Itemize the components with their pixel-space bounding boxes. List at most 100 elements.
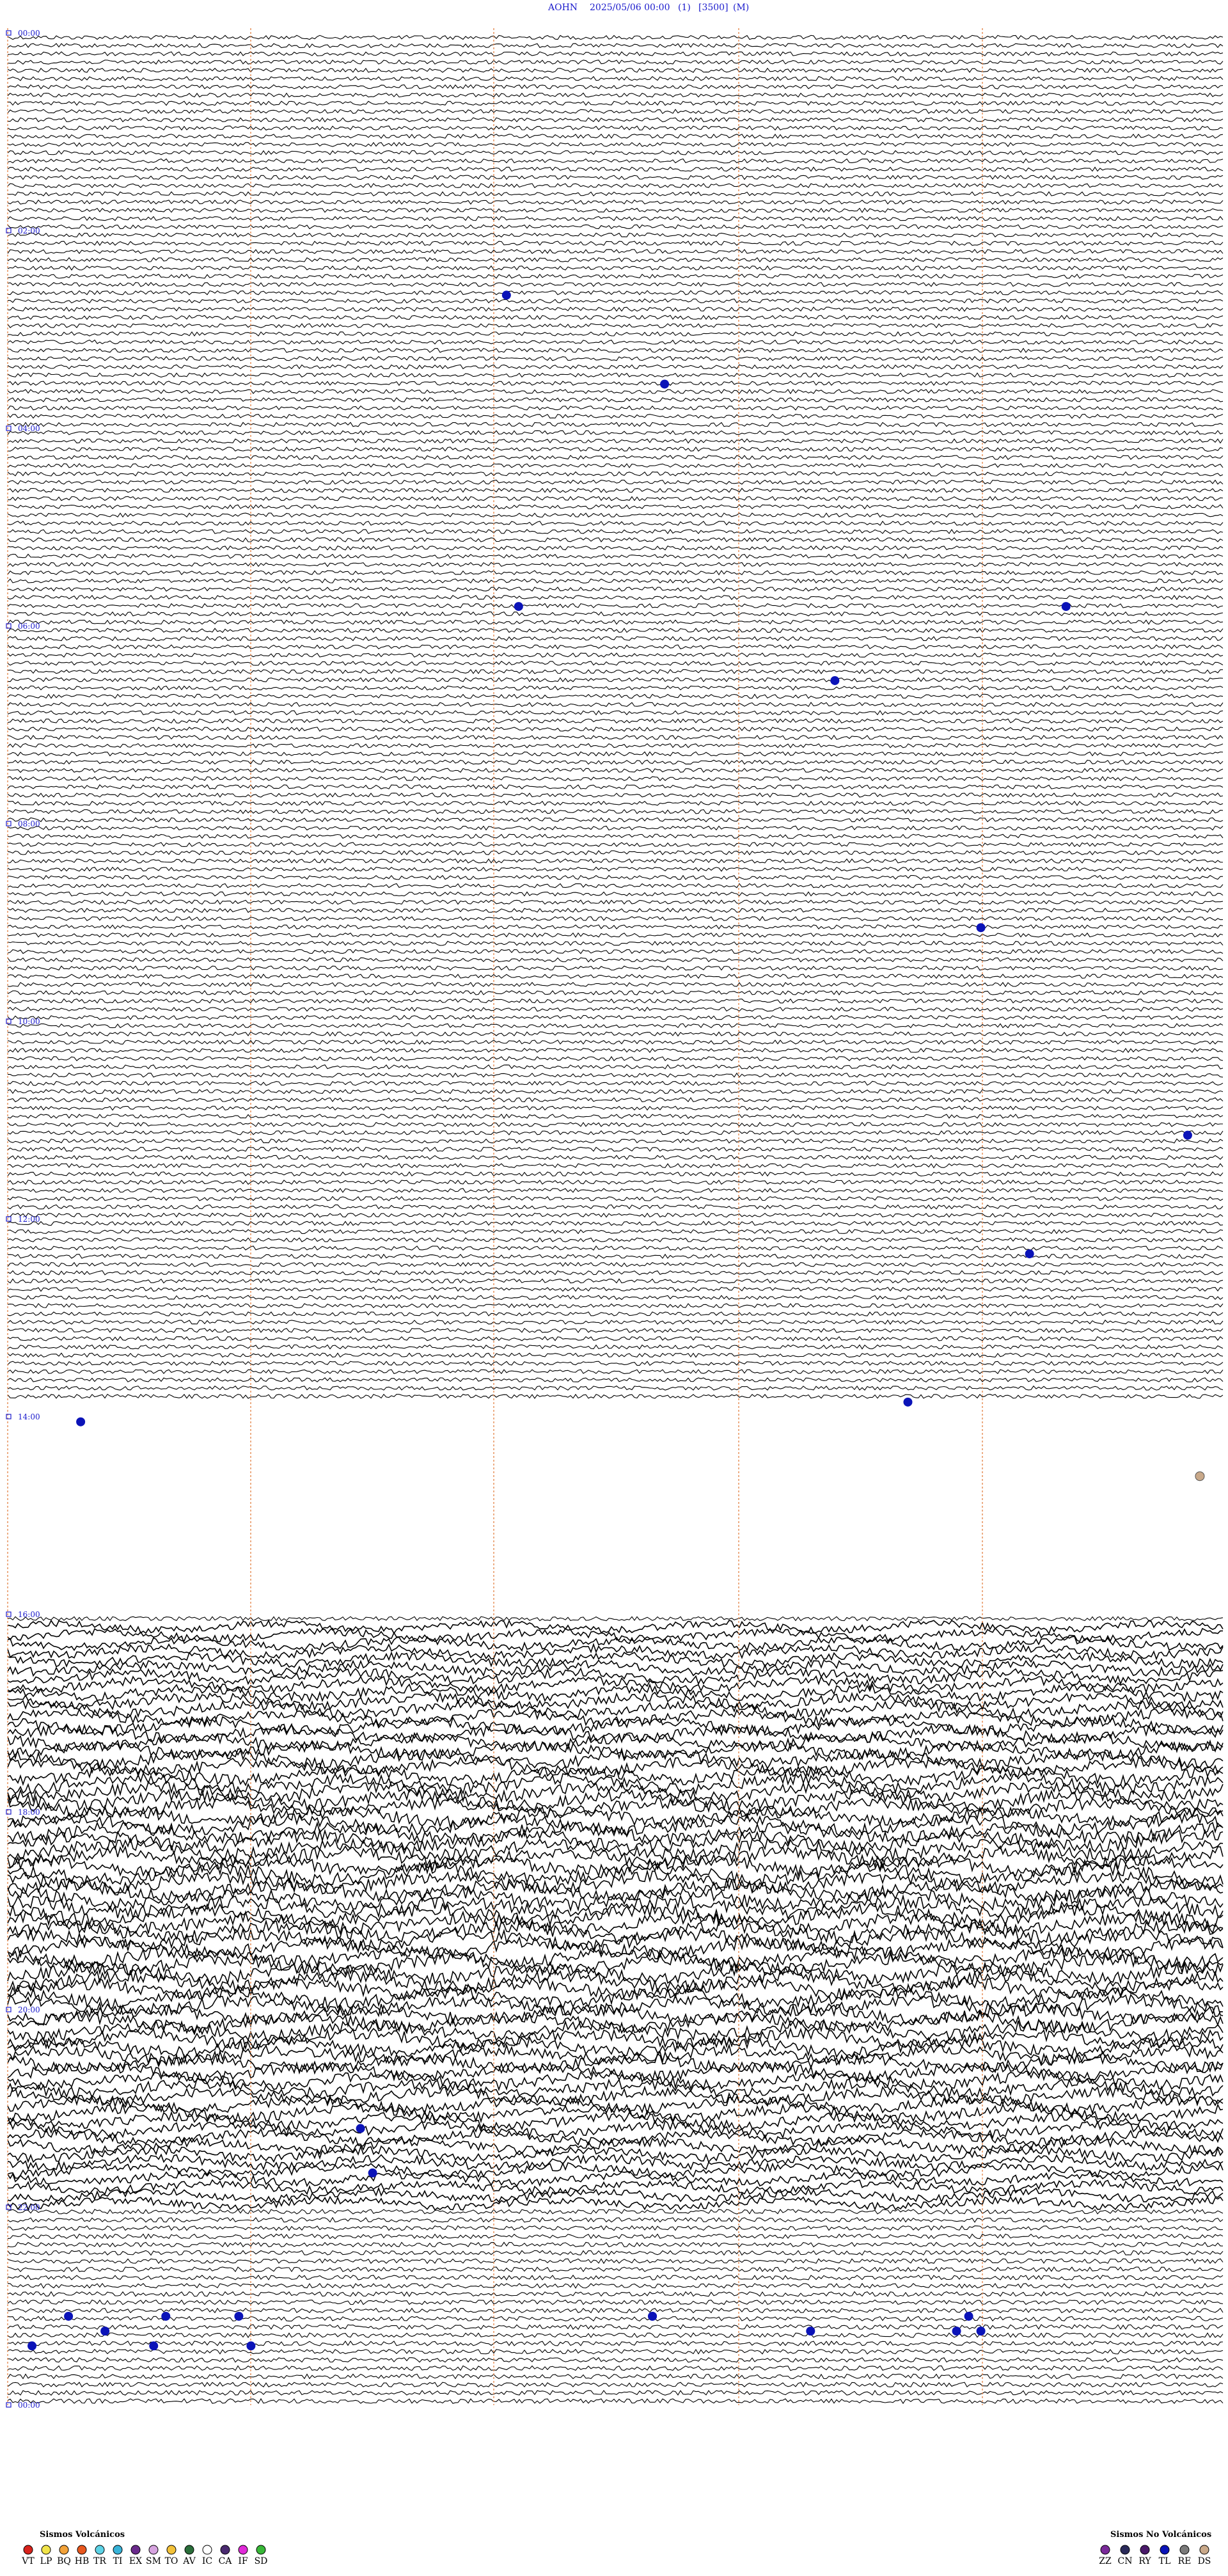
trace-line [7,619,1224,625]
event-marker [234,2311,244,2321]
hour-tick [6,623,12,629]
event-marker-special [1195,1471,1205,1482]
trace-line [7,1204,1224,1210]
trace-line [7,455,1224,461]
trace-line [7,273,1224,279]
trace-line [7,636,1224,642]
trace-line [7,710,1224,716]
trace-line [7,834,1224,839]
legend-swatch [1179,2545,1190,2555]
trace-line [7,1789,1224,1812]
station-name: AOHN [547,3,578,13]
trace-line [7,2382,1224,2388]
event-marker [964,2311,973,2321]
legend-code: RY [1138,2556,1151,2566]
trace-line [7,1064,1224,1070]
trace-line [7,2365,1224,2371]
event-marker [806,2327,815,2336]
legend-code: TR [93,2556,106,2566]
event-marker [28,2341,37,2351]
trace-line [7,776,1224,782]
trace-line [7,603,1224,608]
trace-line [7,1089,1224,1094]
trace-line [7,1245,1224,1251]
trace-line [7,982,1224,988]
legend-code: SD [255,2556,268,2566]
event-marker [100,2327,110,2336]
trace-line [7,528,1224,535]
trace-line [7,1805,1224,1829]
trace-line [7,784,1224,790]
legend-code: ZZ [1099,2556,1112,2566]
trace-line [7,1212,1224,1218]
legend-code: TO [165,2556,178,2566]
trace-line [7,1261,1224,1267]
trace-line [7,471,1224,477]
event-marker [1183,1130,1192,1140]
hour-label: 06:00 [18,622,40,631]
trace-line [7,1180,1224,1185]
legend-nonvolcanic-title: Sismos No Volcánicos [1110,2530,1211,2540]
trace-line [7,405,1224,411]
trace-line [7,1188,1224,1193]
trace-line [7,2216,1224,2223]
event-marker [1025,1249,1034,1259]
legend-code: VT [21,2556,35,2566]
trace-line [7,594,1224,601]
legend-code: BQ [57,2556,71,2566]
event-marker [976,2327,986,2336]
trace-line [7,545,1224,551]
hour-tick [6,821,12,826]
event-marker [660,379,670,389]
trace-line [7,759,1224,765]
trace-line [7,1659,1224,1677]
trace-line [7,1619,1224,1635]
trace-line [7,1691,1224,1711]
trace-line [7,2373,1224,2380]
trace-line [7,1716,1224,1737]
hour-label: 02:00 [18,226,40,235]
trace-line [7,487,1224,493]
trace-line [7,1155,1224,1160]
trace-line [7,1080,1224,1086]
trace-line [7,1278,1224,1284]
legend-volcanic-title: Sismos Volcánicos [40,2530,125,2540]
hour-label: 00:00 [18,29,40,38]
hour-tick [6,1611,12,1617]
event-marker [501,290,511,300]
trace-line [7,858,1224,864]
seismic-traces [7,35,1224,2405]
trace-line [7,413,1224,419]
trace-line [7,751,1224,757]
legend-code: DS [1198,2556,1211,2566]
trace-line [7,2258,1224,2264]
trace-line [7,438,1224,444]
trace-line [7,1221,1224,1226]
trace-line [7,537,1224,542]
legend-swatch [77,2545,87,2555]
trace-line [7,232,1224,238]
legend-swatch [130,2545,141,2555]
trace-line [7,693,1224,699]
trace-line [7,2291,1224,2297]
trace-line [7,2299,1224,2305]
legend-swatch [166,2545,177,2555]
trace-line [7,241,1224,246]
trace-line [7,1393,1224,1399]
trace-line [7,1270,1224,1276]
trace-line [7,216,1224,221]
hour-label: 18:00 [18,1808,40,1817]
trace-line [7,1105,1224,1111]
event-markers [28,290,1205,2351]
event-marker [830,676,840,685]
legend-swatch [220,2545,230,2555]
trace-line [7,1377,1224,1383]
legend-code: IF [238,2556,248,2566]
trace-line [7,998,1224,1004]
event-marker [161,2311,171,2321]
trace-line [7,1171,1224,1177]
trace-line [7,809,1224,814]
legend-swatch [1199,2545,1209,2555]
trace-line [7,587,1224,592]
trace-line [7,668,1224,674]
